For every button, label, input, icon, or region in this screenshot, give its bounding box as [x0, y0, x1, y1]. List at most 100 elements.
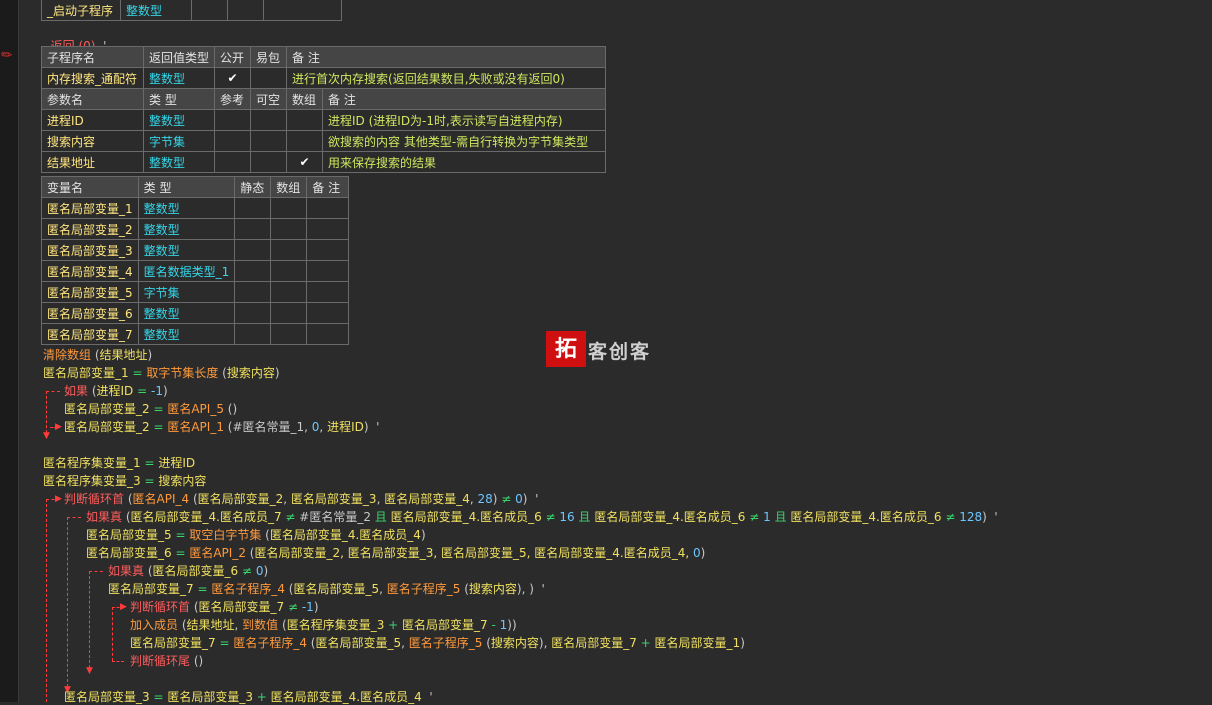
code-line[interactable]: 如果真 (匿名局部变量_6 ≠ 0) — [108, 563, 268, 579]
flow-arrow-icon: ▼ — [43, 431, 50, 441]
sub-type-cell[interactable]: 整数型 — [142, 67, 216, 89]
nullable-checkbox[interactable] — [250, 109, 287, 131]
col-nullable: 可空 — [250, 88, 287, 110]
col-var-name: 变量名 — [41, 176, 139, 198]
var-name[interactable]: 匿名局部变量_4 — [41, 260, 139, 282]
param-name[interactable]: 结果地址 — [41, 151, 144, 173]
param-name[interactable]: 搜索内容 — [41, 130, 144, 152]
col-note: 备 注 — [286, 46, 606, 68]
col-return-type: 返回值类型 — [142, 46, 216, 68]
code-line[interactable]: 判断循环首 (匿名API_4 (匿名局部变量_2, 匿名局部变量_3, 匿名局部… — [64, 491, 538, 507]
var-name[interactable]: 匿名局部变量_6 — [41, 302, 139, 324]
col-array: 数组 — [286, 88, 323, 110]
table-row[interactable]: 进程ID 整数型 进程ID (进程ID为-1时,表示读写自进程内存) — [41, 109, 606, 131]
param-name[interactable]: 进程ID — [41, 109, 144, 131]
flow-guide — [46, 391, 60, 392]
logo-text: 客创客 — [588, 341, 652, 363]
col-param-note: 备 注 — [322, 88, 606, 110]
sub-name-cell[interactable]: 内存搜索_通配符 — [41, 67, 144, 89]
code-line[interactable]: 清除数组 (结果地址) — [43, 347, 152, 363]
table-row[interactable]: 结果地址 整数型 ✔ 用来保存搜索的结果 — [41, 151, 606, 173]
code-line[interactable]: 匿名程序集变量_1 = 进程ID — [43, 455, 195, 471]
code-line[interactable]: 匿名局部变量_2 = 匿名API_1 (#匿名常量_1, 0, 进程ID) ' — [64, 419, 379, 435]
editor-gutter — [0, 0, 19, 702]
parameter-table: 参数名 类 型 参考 可空 数组 备 注 进程ID 整数型 进程ID (进程ID… — [41, 88, 606, 173]
param-type[interactable]: 字节集 — [143, 130, 215, 152]
table-row[interactable]: 匿名局部变量_2 整数型 — [41, 218, 350, 240]
code-line[interactable]: 加入成员 (结果地址, 到数值 (匿名程序集变量_3 + 匿名局部变量_7 - … — [130, 617, 517, 633]
col-easy-pkg: 易包 — [250, 46, 288, 68]
table-row[interactable]: 匿名局部变量_7 整数型 — [41, 323, 350, 345]
subroutine-table: 子程序名 返回值类型 公开 易包 备 注 内存搜索_通配符 整数型 ✔ 进行首次… — [41, 46, 606, 89]
col-sub-name: 子程序名 — [41, 46, 144, 68]
table-row[interactable]: 匿名局部变量_5 字节集 — [41, 281, 350, 303]
param-note[interactable]: 进程ID (进程ID为-1时,表示读写自进程内存) — [322, 109, 606, 131]
var-name[interactable]: 匿名局部变量_7 — [41, 323, 139, 345]
code-line[interactable]: 匿名程序集变量_3 = 搜索内容 — [43, 473, 206, 489]
table-row[interactable]: 匿名局部变量_1 整数型 — [41, 197, 350, 219]
code-line[interactable]: 如果 (进程ID = -1) — [64, 383, 168, 399]
var-type[interactable]: 整数型 — [137, 302, 236, 324]
col-static: 静态 — [234, 176, 272, 198]
var-type[interactable]: 整数型 — [137, 323, 236, 345]
nullable-checkbox[interactable] — [250, 151, 287, 173]
prev-sub-name[interactable]: _启动子程序 — [41, 0, 121, 21]
flow-guide-ifreal-inner — [89, 571, 90, 668]
flow-arrow-icon: ▶ — [55, 494, 62, 504]
prev-sub-type[interactable]: 整数型 — [120, 0, 192, 21]
ref-checkbox[interactable] — [214, 151, 251, 173]
array-checkbox[interactable] — [286, 109, 323, 131]
flow-guide-loop — [46, 499, 47, 702]
code-line[interactable]: 判断循环尾 () — [130, 653, 203, 669]
flow-guide-inner-loop — [112, 607, 113, 661]
var-type[interactable]: 字节集 — [137, 281, 236, 303]
code-line[interactable]: 匿名局部变量_7 = 匿名子程序_4 (匿名局部变量_5, 匿名子程序_5 (搜… — [108, 581, 545, 597]
flow-guide — [112, 661, 124, 662]
logo-mark: 拓 — [546, 331, 586, 367]
ref-checkbox[interactable] — [214, 130, 251, 152]
sub-note-cell[interactable]: 进行首次内存搜索(返回结果数目,失败或没有返回0) — [286, 67, 606, 89]
code-line[interactable]: 判断循环首 (匿名局部变量_7 ≠ -1) — [130, 599, 319, 615]
col-param-name: 参数名 — [41, 88, 144, 110]
flow-guide-if — [46, 391, 47, 433]
var-type[interactable]: 匿名数据类型_1 — [137, 260, 236, 282]
table-row[interactable]: 匿名局部变量_4 匿名数据类型_1 — [41, 260, 350, 282]
param-note[interactable]: 欲搜索的内容 其他类型-需自行转换为字节集类型 — [322, 130, 606, 152]
code-line[interactable]: 匿名局部变量_6 = 匿名API_2 (匿名局部变量_2, 匿名局部变量_3, … — [86, 545, 705, 561]
flow-guide-ifreal — [67, 517, 68, 687]
param-type[interactable]: 整数型 — [143, 151, 215, 173]
col-var-type: 类 型 — [137, 176, 236, 198]
flow-arrow-icon: ▼ — [86, 666, 93, 676]
flow-arrow-icon: ▶ — [55, 422, 62, 432]
col-param-type: 类 型 — [143, 88, 215, 110]
table-row[interactable]: 搜索内容 字节集 欲搜索的内容 其他类型-需自行转换为字节集类型 — [41, 130, 606, 152]
code-line[interactable]: 匿名局部变量_3 = 匿名局部变量_3 + 匿名局部变量_4.匿名成员_4 ' — [64, 689, 433, 705]
col-var-array: 数组 — [270, 176, 308, 198]
public-checkbox[interactable]: ✔ — [214, 67, 252, 89]
flow-guide — [67, 517, 81, 518]
var-type[interactable]: 整数型 — [137, 218, 236, 240]
var-type[interactable]: 整数型 — [137, 239, 236, 261]
param-note[interactable]: 用来保存搜索的结果 — [322, 151, 606, 173]
code-line[interactable]: 匿名局部变量_5 = 取空白字节集 (匿名局部变量_4.匿名成员_4) — [86, 527, 426, 543]
code-line[interactable]: 如果真 (匿名局部变量_4.匿名成员_7 ≠ #匿名常量_2 且 匿名局部变量_… — [86, 509, 998, 525]
code-line[interactable]: 匿名局部变量_2 = 匿名API_5 () — [64, 401, 237, 417]
flow-guide — [89, 571, 103, 572]
param-type[interactable]: 整数型 — [143, 109, 215, 131]
subroutine-row[interactable]: 内存搜索_通配符 整数型 ✔ 进行首次内存搜索(返回结果数目,失败或没有返回0) — [41, 67, 606, 89]
table-row[interactable]: 匿名局部变量_3 整数型 — [41, 239, 350, 261]
code-line[interactable]: 匿名局部变量_1 = 取字节集长度 (搜索内容) — [43, 365, 280, 381]
code-line[interactable]: 匿名局部变量_7 = 匿名子程序_4 (匿名局部变量_5, 匿名子程序_5 (搜… — [130, 635, 745, 651]
array-checkbox[interactable]: ✔ — [286, 151, 323, 173]
var-type[interactable]: 整数型 — [137, 197, 236, 219]
local-variable-table: 变量名 类 型 静态 数组 备 注 匿名局部变量_1 整数型 匿名局部变量_2 整数… — [41, 176, 350, 345]
var-name[interactable]: 匿名局部变量_5 — [41, 281, 139, 303]
nullable-checkbox[interactable] — [250, 130, 287, 152]
var-name[interactable]: 匿名局部变量_3 — [41, 239, 139, 261]
table-row[interactable]: 匿名局部变量_6 整数型 — [41, 302, 350, 324]
array-checkbox[interactable] — [286, 130, 323, 152]
var-name[interactable]: 匿名局部变量_2 — [41, 218, 139, 240]
easy-pkg-checkbox[interactable] — [250, 67, 288, 89]
var-name[interactable]: 匿名局部变量_1 — [41, 197, 139, 219]
ref-checkbox[interactable] — [214, 109, 251, 131]
